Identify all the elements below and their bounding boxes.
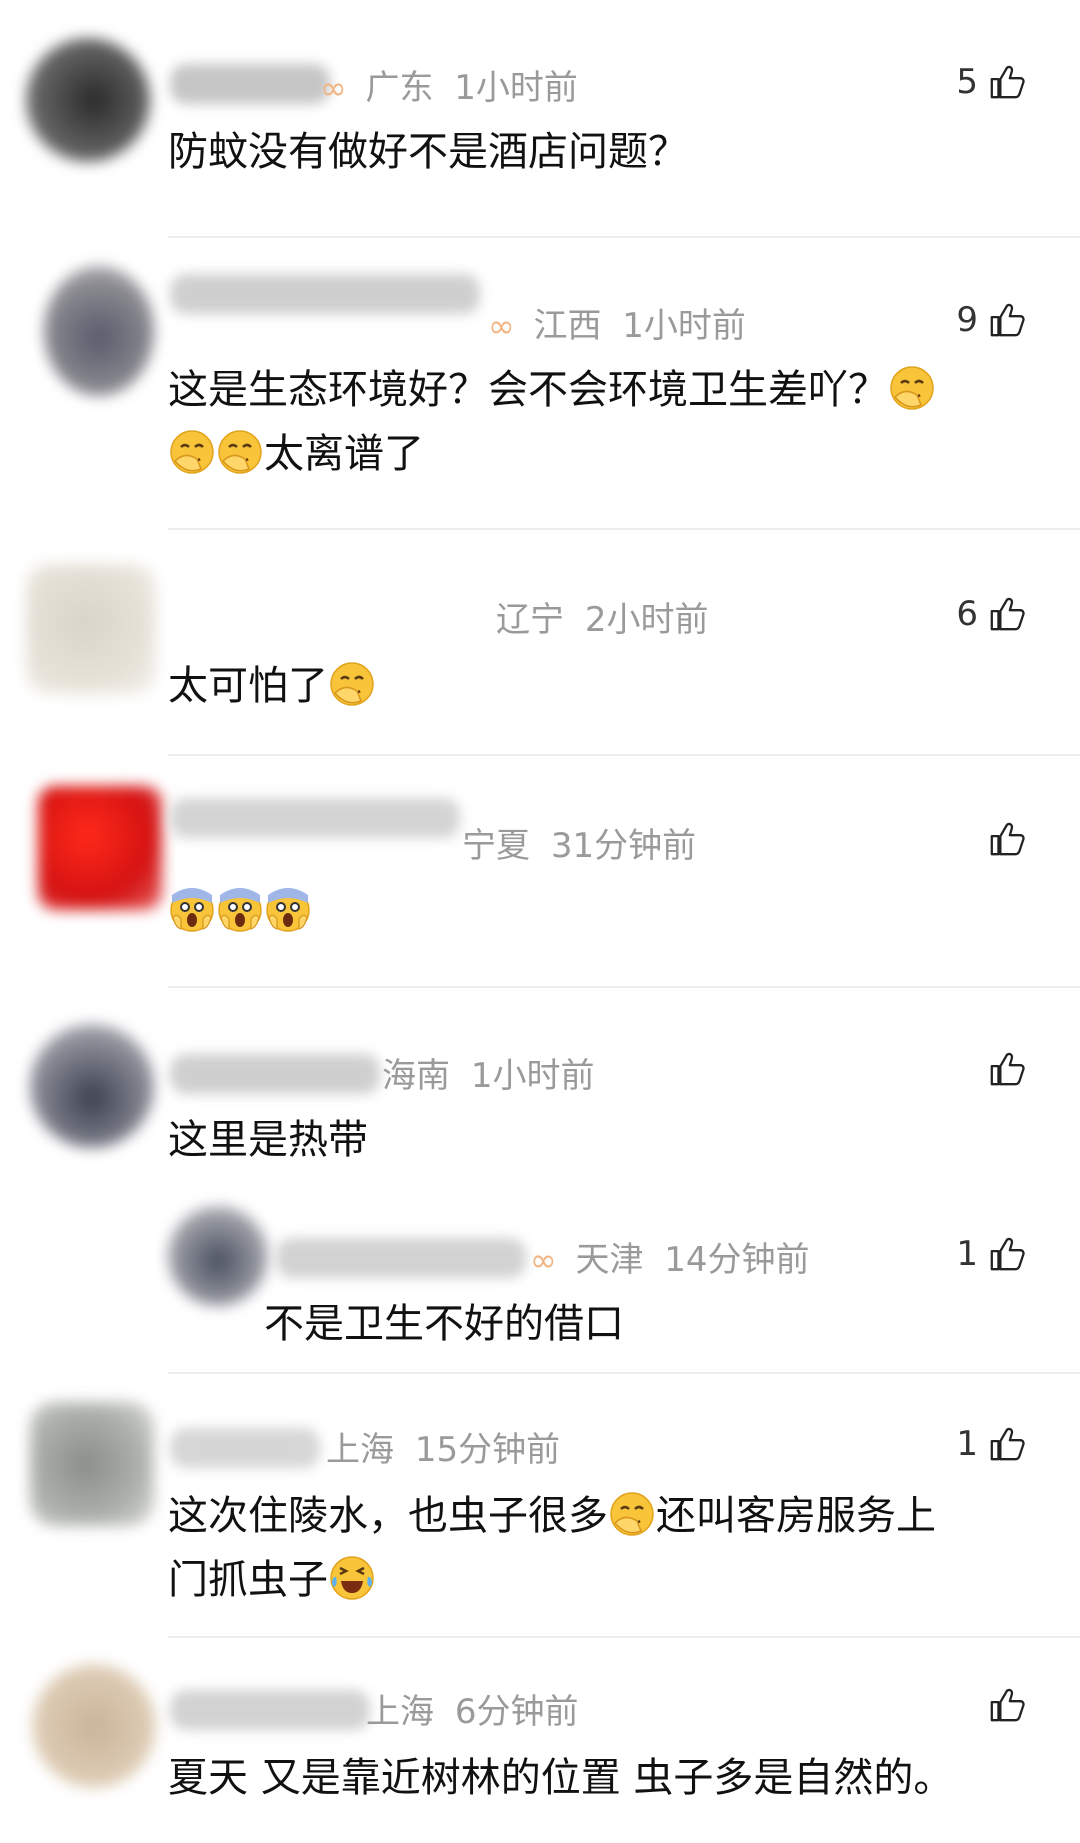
comment-meta: 海南 1小时前 [382,1056,595,1096]
comment-7: 上海 6分钟前 夏天 又是靠近树林的位置 虫子多是自然的。 [0,1638,1080,1843]
avatar[interactable] [32,1664,156,1788]
comment-text: 夏天 又是靠近树林的位置 虫子多是自然的。 [168,1755,954,1801]
facepalm-emoji [169,429,215,475]
like-button[interactable] [988,820,1026,858]
comment-2: ∞ 江西 1小时前 9 这是生态环境好？会不会环境卫生差吖？ 太离谱了 [0,238,1080,530]
comment-1: ∞ 广东 1小时前 5 防蚊没有做好不是酒店问题？ [0,0,1080,238]
comment-meta: ∞ 广东 1小时前 [320,68,578,108]
comment-text [168,880,312,944]
avatar[interactable] [30,1024,154,1148]
comment-text: 太离谱了 [168,422,424,486]
facepalm-emoji [217,429,263,475]
thumbs-up-icon [988,1235,1026,1273]
like-count: 5 [956,62,978,102]
like-button[interactable]: 9 [956,300,1026,340]
comment-meta: 上海 15分钟前 [326,1430,561,1470]
avatar[interactable] [168,1206,268,1306]
comment-text: 门抓虫子 [168,1548,376,1612]
like-button[interactable]: 1 [956,1424,1026,1464]
thumbs-up-icon [988,1050,1026,1088]
vip-badge-icon: ∞ [530,1241,557,1279]
comment-text: 这里是热带 [168,1117,368,1163]
like-button[interactable] [988,1686,1026,1724]
username-blurred[interactable] [170,798,460,838]
reply: ∞ 天津 14分钟前 1 不是卫生不好的借口 [0,1198,1080,1374]
thumbs-up-icon [988,63,1026,101]
like-button[interactable] [988,1050,1026,1088]
laugh-cry-emoji [329,1555,375,1601]
comment-meta: ∞ 江西 1小时前 [488,306,746,346]
comment-4: 宁夏 31分钟前 [0,756,1080,988]
facepalm-emoji [889,365,935,411]
thumbs-up-icon [988,301,1026,339]
comment-meta: 上海 6分钟前 [366,1692,579,1732]
avatar[interactable] [44,266,154,396]
username-blurred[interactable] [276,1238,526,1278]
username-blurred[interactable] [170,64,330,104]
avatar[interactable] [30,1402,154,1526]
comment-meta: 宁夏 31分钟前 [462,826,697,866]
username-blurred[interactable] [170,274,480,314]
like-button[interactable]: 5 [956,62,1026,102]
comment-text: 防蚊没有做好不是酒店问题？ [168,129,688,175]
facepalm-emoji [609,1491,655,1537]
scream-emoji [217,887,263,933]
comment-text: 太可怕了 [168,654,376,718]
avatar[interactable] [26,564,156,694]
facepalm-emoji [329,661,375,707]
scream-emoji [265,887,311,933]
comment-text: 这是生态环境好？会不会环境卫生差吖？ [168,358,936,422]
like-count: 6 [956,594,978,634]
like-count: 9 [956,300,978,340]
reply-text: 不是卫生不好的借口 [264,1301,624,1347]
like-button[interactable]: 1 [956,1234,1026,1274]
comment-5: 海南 1小时前 这里是热带 ∞ 天津 14分钟前 1 不是卫生不好的借口 [0,988,1080,1374]
avatar[interactable] [26,38,150,162]
comment-text-line2: 太离谱了 [264,431,424,477]
comment-text-line1: 这是生态环境好？会不会环境卫生差吖？ [168,367,888,413]
thumbs-up-icon [988,595,1026,633]
thumbs-up-icon [988,1686,1026,1724]
comment-3: 辽宁 2小时前 6 太可怕了 [0,530,1080,756]
thumbs-up-icon [988,820,1026,858]
thumbs-up-icon [988,1425,1026,1463]
username-blurred[interactable] [170,1054,380,1094]
comment-meta: 辽宁 2小时前 [496,600,709,640]
username-blurred[interactable] [170,1428,320,1468]
comment-6: 上海 15分钟前 1 这次住陵水，也虫子很多 还叫客房服务上 门抓虫子 [0,1374,1080,1638]
vip-badge-icon: ∞ [320,69,347,107]
username-blurred[interactable] [170,1690,370,1730]
like-button[interactable]: 6 [956,594,1026,634]
vip-badge-icon: ∞ [488,307,515,345]
like-count: 1 [956,1234,978,1274]
like-count: 1 [956,1424,978,1464]
reply-meta: ∞ 天津 14分钟前 [530,1240,810,1280]
scream-emoji [169,887,215,933]
comment-text: 这次住陵水，也虫子很多 还叫客房服务上 [168,1491,936,1539]
avatar[interactable] [38,786,162,910]
